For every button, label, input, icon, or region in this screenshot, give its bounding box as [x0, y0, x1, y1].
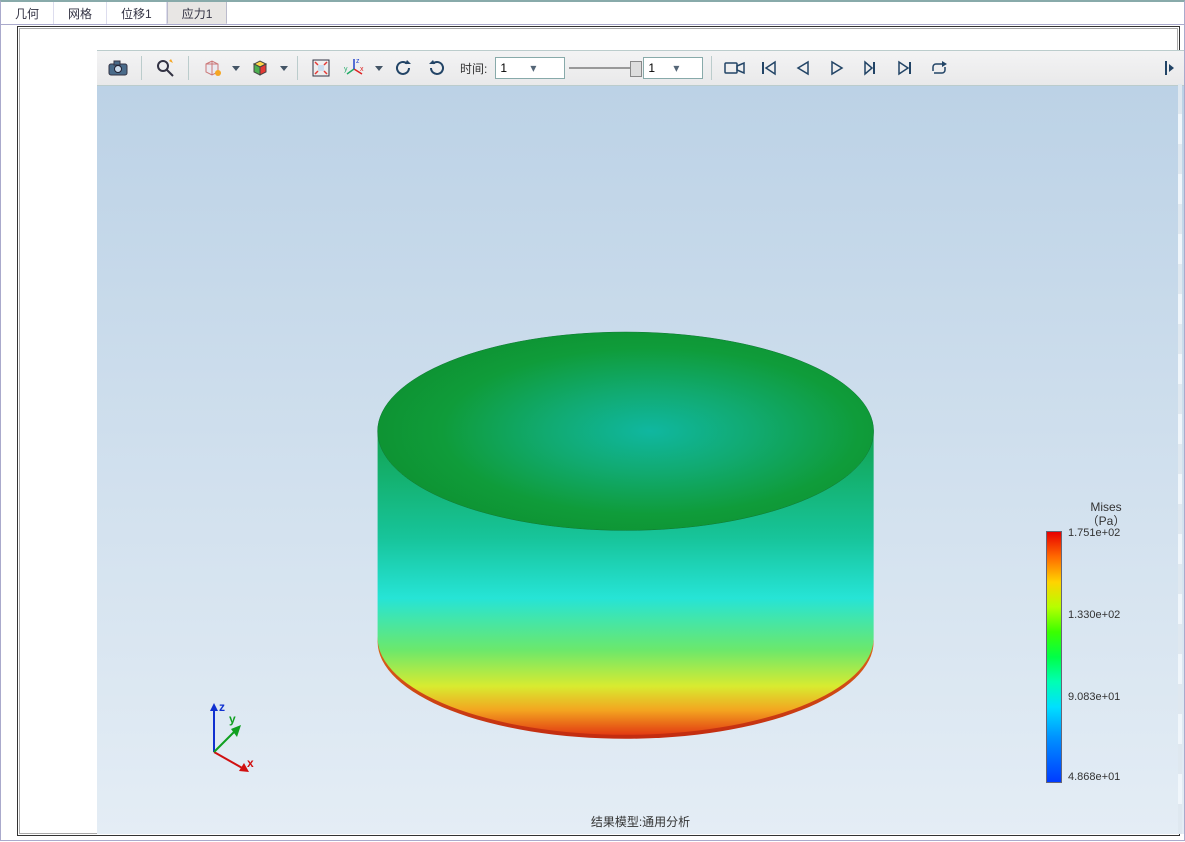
xyz-icon: z y x: [344, 57, 366, 79]
rotate-ccw-button[interactable]: [388, 54, 418, 82]
selection-dropdown[interactable]: [231, 64, 241, 72]
chevron-down-icon: ▾: [530, 61, 560, 75]
slider-track: [569, 67, 639, 69]
selection-button[interactable]: [197, 54, 227, 82]
chevron-down-icon: ▾: [673, 61, 698, 75]
separator: [141, 56, 142, 80]
legend-tick-1: 1.330e+02: [1068, 609, 1120, 621]
legend-tick-2: 9.083e+01: [1068, 691, 1120, 703]
step-value: 1: [648, 61, 673, 75]
play-icon: [828, 59, 846, 77]
result-viewport[interactable]: Mises （Pa） 1.751e+02 1.330e+02 9.083e+01…: [97, 84, 1184, 834]
result-toolbar: z y x 时间: 1 ▾ 1: [97, 50, 1184, 86]
snapshot-button[interactable]: [103, 54, 133, 82]
color-dropdown[interactable]: [279, 64, 289, 72]
time-value: 1: [500, 61, 530, 75]
rotate-cw-icon: [427, 58, 447, 78]
record-button[interactable]: [720, 54, 750, 82]
loop-icon: [929, 59, 949, 77]
svg-text:x: x: [360, 66, 364, 73]
tab-displacement-1[interactable]: 位移1: [107, 2, 167, 24]
svg-text:y: y: [344, 66, 348, 73]
viewport-caption: 结果模型:通用分析: [97, 813, 1184, 830]
colorbar: [1046, 531, 1062, 783]
svg-text:z: z: [356, 58, 360, 65]
go-first-button[interactable]: [754, 54, 784, 82]
axes-orientation-button[interactable]: z y x: [340, 54, 370, 82]
slider-knob[interactable]: [630, 61, 642, 77]
toolbar-overflow[interactable]: [1162, 54, 1178, 82]
rotate-ccw-icon: [393, 58, 413, 78]
legend-quantity: Mises: [1046, 500, 1166, 514]
camera-icon: [108, 59, 128, 77]
right-gutter: [1178, 84, 1182, 834]
step-combo[interactable]: 1 ▾: [643, 57, 703, 79]
axes-dropdown[interactable]: [374, 64, 384, 72]
legend-tick-min: 4.868e+01: [1068, 771, 1120, 783]
legend-title: Mises （Pa）: [1046, 500, 1166, 529]
fit-icon: [311, 58, 331, 78]
chevron-right-icon: [1165, 59, 1175, 77]
time-label: 时间:: [460, 60, 487, 77]
app-window: 几何 网格 位移1 应力1: [0, 0, 1185, 841]
separator: [297, 56, 298, 80]
legend-ticks: 1.751e+02 1.330e+02 9.083e+01 4.868e+01: [1068, 531, 1166, 781]
step-forward-button[interactable]: [856, 54, 886, 82]
z-axis-label: z: [219, 700, 225, 714]
magnifier-icon: [155, 58, 175, 78]
zoom-button[interactable]: [150, 54, 180, 82]
separator: [711, 56, 712, 80]
rubik-icon: [250, 58, 270, 78]
camcorder-icon: [724, 59, 746, 77]
play-button[interactable]: [822, 54, 852, 82]
tab-stress-1[interactable]: 应力1: [167, 2, 228, 24]
tab-geometry[interactable]: 几何: [1, 2, 54, 24]
time-slider[interactable]: [569, 58, 639, 78]
play-back-icon: [794, 59, 812, 77]
skip-last-icon: [896, 59, 914, 77]
color-legend: Mises （Pa） 1.751e+02 1.330e+02 9.083e+01…: [1046, 500, 1166, 781]
fit-view-button[interactable]: [306, 54, 336, 82]
color-cube-button[interactable]: [245, 54, 275, 82]
play-forward-icon: [862, 59, 880, 77]
tab-mesh[interactable]: 网格: [54, 2, 107, 24]
step-back-button[interactable]: [788, 54, 818, 82]
rotate-cw-button[interactable]: [422, 54, 452, 82]
select-cube-icon: [202, 58, 222, 78]
legend-tick-max: 1.751e+02: [1068, 527, 1120, 539]
loop-button[interactable]: [924, 54, 954, 82]
orientation-triad: z x y: [189, 697, 269, 780]
skip-first-icon: [760, 59, 778, 77]
go-last-button[interactable]: [890, 54, 920, 82]
view-tabs: 几何 网格 位移1 应力1: [1, 2, 1184, 25]
separator: [188, 56, 189, 80]
y-axis-label: y: [229, 712, 236, 726]
x-axis-label: x: [247, 756, 254, 770]
time-combo[interactable]: 1 ▾: [495, 57, 565, 79]
